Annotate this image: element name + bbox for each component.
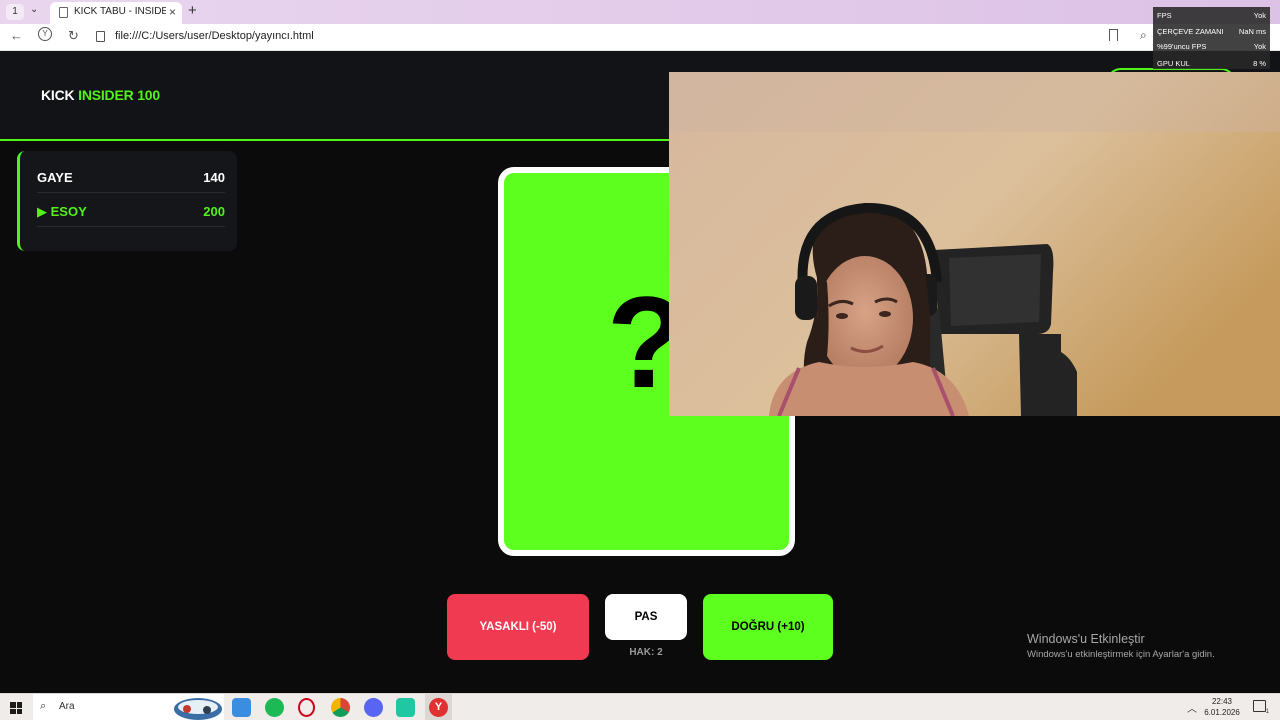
windows-activation-watermark: Windows'u Etkinleştir Windows'u etkinleş… [1027,632,1215,660]
taskbar-clock[interactable]: 22:43 6.01.2026 [1200,696,1244,718]
fps-row: ÇERÇEVE ZAMANI NaN ms [1157,27,1266,36]
taskbar-search[interactable]: ⌕ Ara [33,694,224,720]
brand-logo: KICK INSIDER 100 [41,87,160,103]
notification-center-icon[interactable]: 1 [1253,700,1269,715]
clock-time: 22:43 [1211,697,1233,706]
yandex-icon[interactable]: Y [38,27,52,41]
fps-row: GPU KUL 8 % [1157,59,1266,68]
player-name: GAYE [37,170,73,185]
store-app-icon[interactable] [232,698,251,717]
spotify-app-icon[interactable] [265,698,284,717]
search-icon: ⌕ [40,700,47,712]
notification-count: 1 [1265,709,1269,715]
discord-app-icon[interactable] [364,698,383,717]
tray-chevron-up-icon[interactable]: ︿ [1187,700,1197,715]
player-name: ▶ ESOY [37,204,87,219]
reload-icon[interactable]: ↻ [68,28,79,44]
fps-label: %99'uncu FPS [1157,42,1207,51]
chrome-app-icon[interactable] [331,698,350,717]
fps-overlay: FPS Yok ÇERÇEVE ZAMANI NaN ms %99'uncu F… [1153,7,1270,69]
windows-taskbar: ⌕ Ara Y ︿ 22:43 6.01.2026 1 [0,693,1280,720]
tab-title: KICK TABU - INSIDER E [74,6,166,17]
correct-button[interactable]: DOĞRU (+10) [703,594,833,660]
fps-row: %99'uncu FPS Yok [1157,42,1266,51]
address-bar: ← Y ↻ file:///C:/Users/user/Desktop/yayı… [0,24,1280,51]
player-score: 200 [203,204,225,219]
tab-list-chevron-icon[interactable]: ⌄ [30,4,38,15]
yandex-browser-taskbar-button[interactable]: Y [425,694,452,720]
scoreboard-row-active: ▶ ESOY 200 [37,194,225,227]
file-icon [96,31,105,42]
scoreboard: GAYE 140 ▶ ESOY 200 [17,151,237,251]
activation-subtitle: Windows'u etkinleştirmek için Ayarlar'a … [1027,649,1215,660]
bookmark-icon[interactable] [1109,29,1118,41]
pass-button[interactable]: PAS [605,594,687,640]
brand-prefix: KICK [41,87,75,103]
url-field[interactable]: file:///C:/Users/user/Desktop/yayıncı.ht… [115,30,314,42]
opera-app-icon[interactable] [298,698,315,717]
close-tab-icon[interactable]: × [169,5,176,19]
fps-label: GPU KUL [1157,59,1190,68]
game-page: KICK INSIDER 100 GAYE 140 ▶ ESOY 200 ? Y… [0,51,1280,693]
player-score: 140 [203,170,225,185]
search-icon[interactable]: ⌕ [1140,28,1147,43]
webcam-overlay [669,72,1280,416]
screen: 1 ⌄ KICK TABU - INSIDER E × + ← Y ↻ file… [0,0,1280,720]
fps-label: ÇERÇEVE ZAMANI [1157,27,1224,36]
fps-label: FPS [1157,11,1172,20]
webcam-image [669,72,1280,416]
windows-start-icon[interactable] [10,702,22,714]
fps-row: FPS Yok [1157,11,1266,20]
search-highlight-illustration-icon [174,698,222,720]
browser-tab-active[interactable]: KICK TABU - INSIDER E × [50,2,182,24]
search-placeholder: Ara [59,701,75,712]
activation-title: Windows'u Etkinleştir [1027,632,1145,646]
forbidden-button[interactable]: YASAKLI (-50) [447,594,589,660]
back-icon[interactable]: ← [10,28,23,43]
fps-value: 8 % [1253,59,1266,68]
page-icon [59,7,68,18]
kick-app-icon[interactable] [396,698,415,717]
new-tab-icon[interactable]: + [188,2,197,19]
brand-accent: INSIDER 100 [78,87,160,103]
fps-value: NaN ms [1238,27,1266,36]
clock-date: 6.01.2026 [1204,708,1240,717]
scoreboard-row: GAYE 140 [37,160,225,193]
browser-tab-strip: 1 ⌄ KICK TABU - INSIDER E × + [0,0,1280,24]
fps-value: Yok [1253,42,1266,51]
yandex-browser-icon: Y [429,698,448,717]
tab-count-badge[interactable]: 1 [6,4,24,20]
fps-value: Yok [1253,11,1266,20]
pass-remaining-count: HAK: 2 [629,647,663,658]
